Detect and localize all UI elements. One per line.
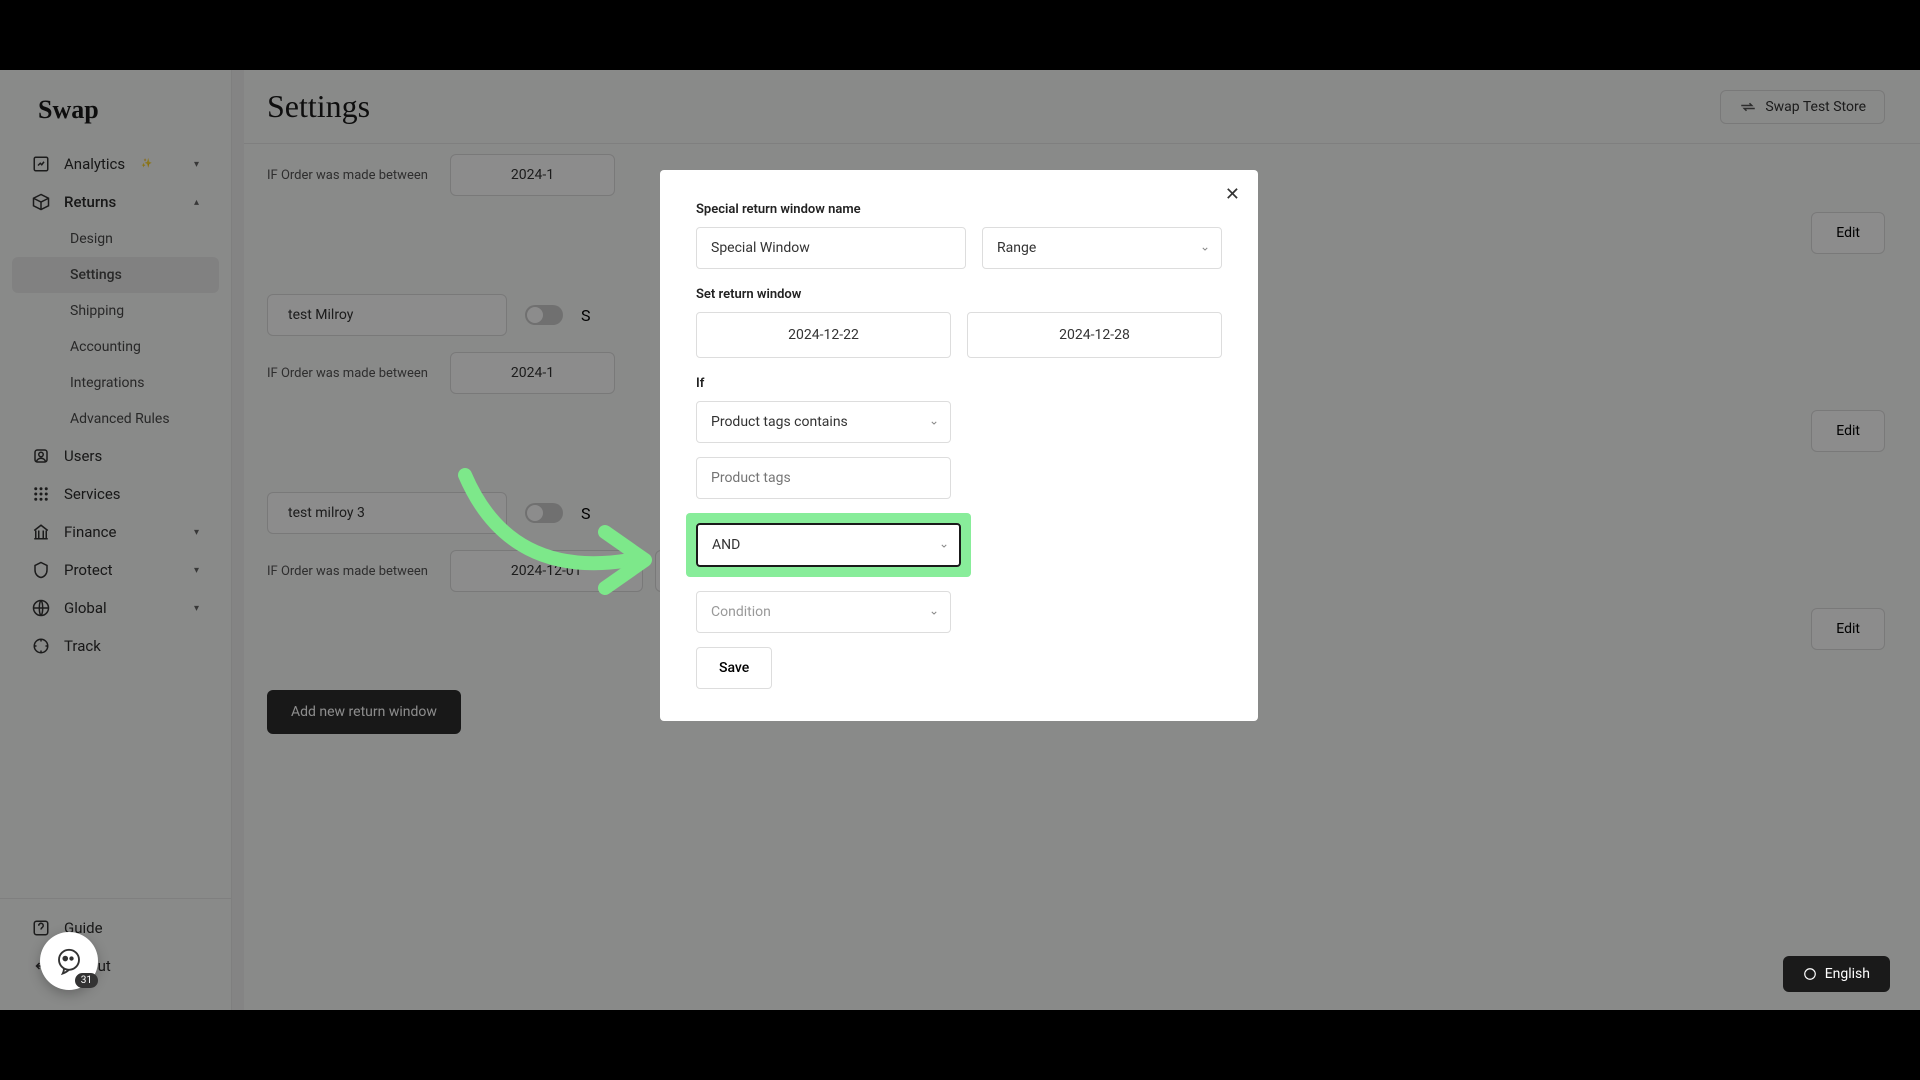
chat-widget[interactable]: 31 xyxy=(40,932,98,990)
condition2-select[interactable]: Condition xyxy=(696,591,951,633)
close-icon: ✕ xyxy=(1225,184,1240,205)
modal-special-return-window: ✕ Special return window name Range Set r… xyxy=(660,170,1258,721)
letterbox-bottom xyxy=(0,1010,1920,1080)
condition-select[interactable]: Product tags contains xyxy=(696,401,951,443)
circle-icon xyxy=(1803,967,1817,981)
modal-row-name: Range xyxy=(696,227,1222,269)
language-label: English xyxy=(1825,966,1870,982)
modal-row-dates: 2024-12-22 2024-12-28 xyxy=(696,312,1222,358)
condition-select-wrap: Product tags contains xyxy=(696,401,951,443)
range-select-wrap: Range xyxy=(982,227,1222,269)
tags-input-wrap xyxy=(696,457,951,499)
condition2-select-wrap: Condition xyxy=(696,591,951,633)
letterbox-top xyxy=(0,0,1920,70)
date-start-input[interactable]: 2024-12-22 xyxy=(696,312,951,358)
label-name: Special return window name xyxy=(696,202,1222,217)
label-set: Set return window xyxy=(696,287,1222,302)
range-select[interactable]: Range xyxy=(982,227,1222,269)
operator-select[interactable]: AND xyxy=(696,523,961,567)
language-selector[interactable]: English xyxy=(1783,956,1890,992)
name-input[interactable] xyxy=(696,227,966,269)
close-button[interactable]: ✕ xyxy=(1225,184,1240,205)
highlight-operator: AND xyxy=(686,513,971,577)
date-end-input[interactable]: 2024-12-28 xyxy=(967,312,1222,358)
chat-count-badge: 31 xyxy=(75,973,98,988)
chat-icon xyxy=(54,946,84,976)
save-button[interactable]: Save xyxy=(696,647,772,689)
label-if: If xyxy=(696,376,1222,391)
product-tags-input[interactable] xyxy=(696,457,951,499)
